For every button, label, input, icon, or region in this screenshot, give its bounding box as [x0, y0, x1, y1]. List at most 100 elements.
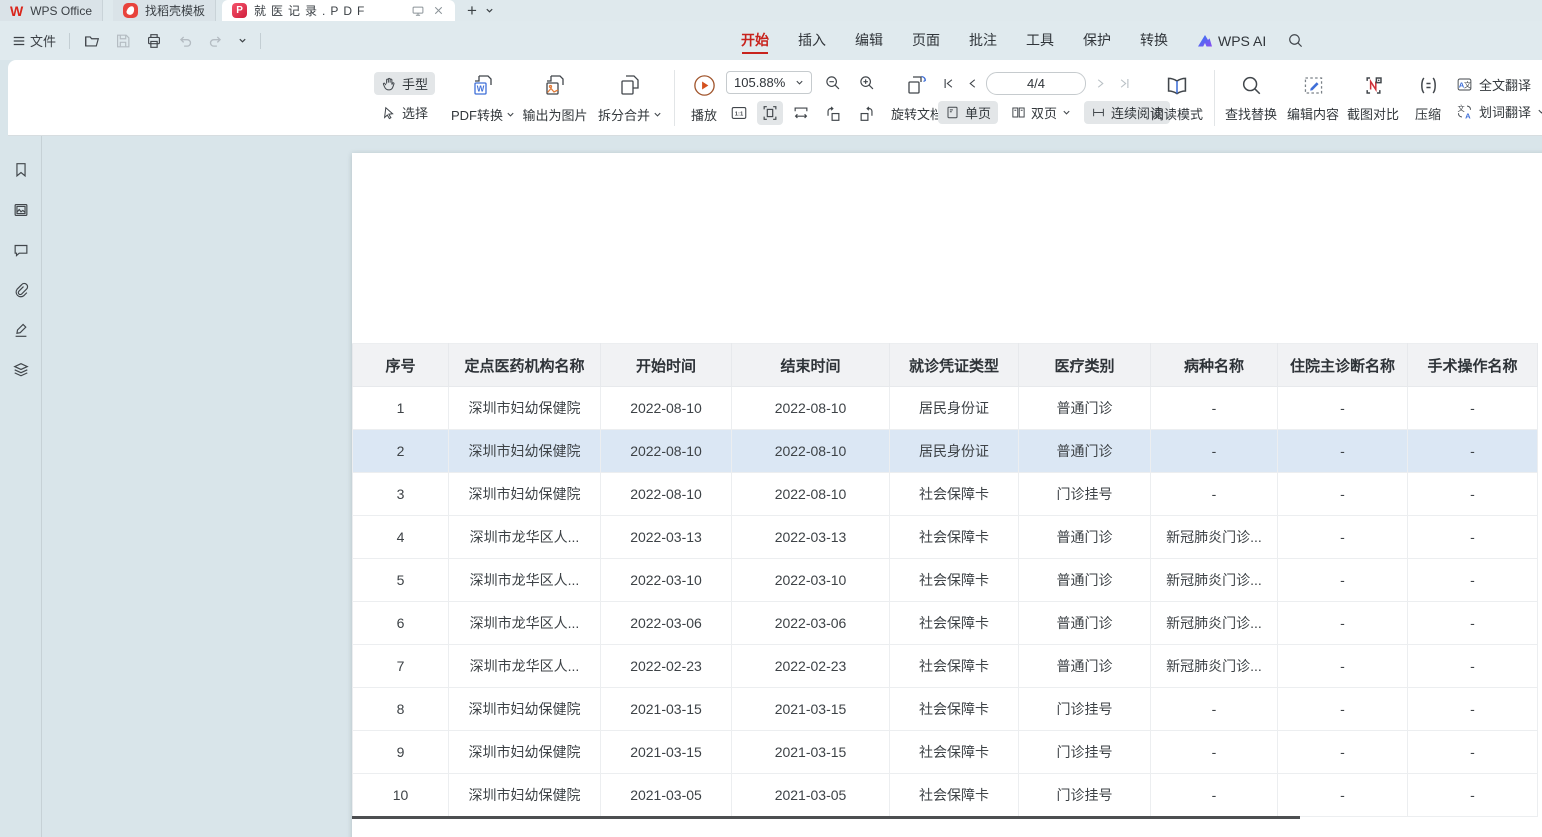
- double-page-button[interactable]: 双页: [1004, 101, 1078, 124]
- tab-wps-office[interactable]: W WPS Office: [0, 0, 103, 21]
- find-replace-label: 查找替换: [1225, 104, 1277, 123]
- divider: [260, 33, 261, 49]
- table-cell: 2022-03-06: [601, 602, 732, 645]
- ribbon-search-icon[interactable]: [1287, 32, 1304, 49]
- compress-button[interactable]: 压缩: [1406, 60, 1450, 136]
- pdf-convert-icon: W: [470, 72, 496, 98]
- svg-text:文: 文: [1464, 80, 1471, 89]
- print-icon[interactable]: [145, 32, 163, 50]
- tab-close-icon[interactable]: [432, 4, 445, 17]
- tab-monitor-icon[interactable]: [411, 4, 425, 18]
- rotate-right-button[interactable]: [854, 102, 880, 126]
- comments-panel-button[interactable]: [0, 230, 41, 270]
- chevron-down-icon: [795, 78, 804, 87]
- edit-content-button[interactable]: 编辑内容: [1282, 60, 1344, 136]
- previous-page-icon: [965, 76, 980, 91]
- signature-panel-button[interactable]: [0, 310, 41, 350]
- double-page-label: 双页: [1031, 103, 1057, 122]
- menu-tab-3[interactable]: 页面: [912, 21, 940, 60]
- first-page-button[interactable]: [938, 74, 958, 94]
- header-cell: 结束时间: [732, 344, 890, 387]
- screenshot-compare-icon: [1362, 74, 1385, 97]
- next-page-button[interactable]: [1090, 74, 1110, 94]
- menu-tab-4[interactable]: 批注: [969, 21, 997, 60]
- menu-tab-1[interactable]: 插入: [798, 21, 826, 60]
- search-icon: [1240, 74, 1263, 97]
- bookmarks-panel-button[interactable]: [0, 150, 41, 190]
- rotate-right-icon: [858, 105, 876, 123]
- save-icon[interactable]: [114, 32, 132, 50]
- previous-page-button[interactable]: [962, 74, 982, 94]
- comment-icon: [12, 241, 30, 259]
- table-cell: 深圳市妇幼保健院: [449, 430, 601, 473]
- fit-page-button[interactable]: [757, 101, 783, 125]
- redo-icon[interactable]: [207, 32, 225, 50]
- table-cell: 普通门诊: [1019, 559, 1151, 602]
- export-image-button[interactable]: 输出为图片: [516, 60, 594, 136]
- tab-docer-templates[interactable]: 找稻壳模板: [113, 0, 216, 21]
- zoom-select[interactable]: 105.88%: [726, 71, 812, 94]
- actual-size-button[interactable]: 1:1: [726, 101, 752, 125]
- rotate-left-button[interactable]: [820, 102, 846, 126]
- table-cell: -: [1278, 387, 1408, 430]
- tab-list-chevron-icon[interactable]: [485, 6, 494, 15]
- table-cell: 2021-03-15: [732, 731, 890, 774]
- table-cell: -: [1278, 516, 1408, 559]
- full-translate-button[interactable]: A文 全文翻译: [1456, 75, 1542, 94]
- table-cell: 1: [353, 387, 449, 430]
- image-icon: [12, 201, 30, 219]
- menu-tab-0[interactable]: 开始: [741, 21, 769, 60]
- fit-width-button[interactable]: [788, 101, 814, 125]
- document-title: 就医记录.PDF: [254, 2, 369, 19]
- split-merge-button[interactable]: 拆分合并: [592, 60, 668, 136]
- tab-document-pdf[interactable]: P 就医记录.PDF: [222, 0, 455, 21]
- compress-label: 压缩: [1415, 104, 1441, 123]
- table-cell: 门诊挂号: [1019, 688, 1151, 731]
- wps-ai-button[interactable]: WPS AI: [1197, 33, 1266, 49]
- layers-panel-button[interactable]: [0, 350, 41, 390]
- table-body: 1深圳市妇幼保健院2022-08-102022-08-10居民身份证普通门诊--…: [353, 387, 1538, 817]
- table-cell: 普通门诊: [1019, 387, 1151, 430]
- table-cell: 8: [353, 688, 449, 731]
- word-translate-button[interactable]: 文A 划词翻译: [1456, 102, 1542, 121]
- new-tab-button[interactable]: +: [467, 2, 477, 19]
- find-replace-button[interactable]: 查找替换: [1220, 60, 1282, 136]
- menu-bar: 文件 开始插入编辑页面批注工具保护转换 WPS AI: [0, 21, 1542, 60]
- quickbar-chevron-icon[interactable]: [238, 36, 247, 45]
- table-cell: -: [1278, 731, 1408, 774]
- file-menu-button[interactable]: 文件: [12, 31, 56, 50]
- menu-tab-7[interactable]: 转换: [1140, 21, 1168, 60]
- screenshot-compare-button[interactable]: 截图对比: [1342, 60, 1404, 136]
- single-page-button[interactable]: 单页: [938, 101, 998, 124]
- menu-tab-6[interactable]: 保护: [1083, 21, 1111, 60]
- play-button[interactable]: 播放: [682, 60, 726, 136]
- zoom-in-button[interactable]: [854, 71, 880, 95]
- menu-tab-5[interactable]: 工具: [1026, 21, 1054, 60]
- page-number-input[interactable]: 4/4: [986, 72, 1086, 95]
- table-cell: 社会保障卡: [890, 774, 1019, 817]
- table-cell: 新冠肺炎门诊...: [1151, 602, 1278, 645]
- undo-icon[interactable]: [176, 32, 194, 50]
- header-cell: 序号: [353, 344, 449, 387]
- last-page-button[interactable]: [1114, 74, 1134, 94]
- table-cell: 深圳市龙华区人...: [449, 516, 601, 559]
- zoom-out-button[interactable]: [820, 71, 846, 95]
- table-cell: -: [1278, 645, 1408, 688]
- edit-content-icon: [1302, 74, 1325, 97]
- read-mode-button[interactable]: 阅读模式: [1148, 60, 1206, 136]
- select-tool-button[interactable]: 选择: [374, 101, 435, 124]
- table-cell: -: [1408, 688, 1538, 731]
- open-file-icon[interactable]: [83, 32, 101, 50]
- table-cell: 门诊挂号: [1019, 731, 1151, 774]
- thumbnails-panel-button[interactable]: [0, 190, 41, 230]
- table-cell: -: [1278, 688, 1408, 731]
- hand-tool-button[interactable]: 手型: [374, 72, 435, 95]
- menu-tab-2[interactable]: 编辑: [855, 21, 883, 60]
- export-image-label: 输出为图片: [522, 105, 587, 124]
- table-cell: 深圳市龙华区人...: [449, 645, 601, 688]
- attachments-panel-button[interactable]: [0, 270, 41, 310]
- pdf-file-icon: P: [232, 3, 247, 18]
- pdf-convert-button[interactable]: W PDF转换: [446, 60, 520, 136]
- table-cell: 6: [353, 602, 449, 645]
- split-merge-icon: [617, 72, 643, 98]
